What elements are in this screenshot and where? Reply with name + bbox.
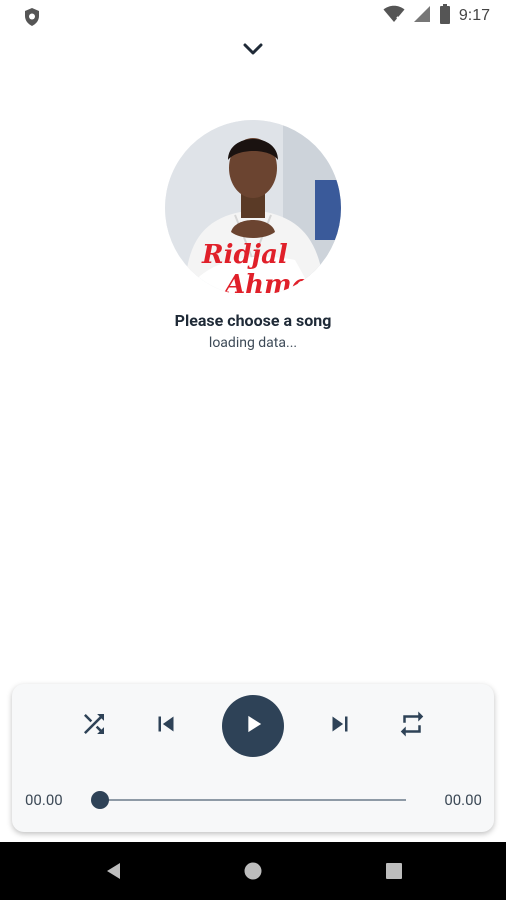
skip-previous-icon — [151, 709, 181, 743]
play-icon — [239, 710, 267, 742]
chevron-down-icon[interactable] — [238, 34, 268, 64]
navigation-bar — [0, 842, 506, 900]
duration-time: 00.00 — [444, 791, 482, 809]
shuffle-button[interactable] — [78, 710, 110, 742]
previous-button[interactable] — [150, 710, 182, 742]
song-subtitle: loading data... — [208, 335, 298, 351]
skip-next-icon — [325, 709, 355, 743]
repeat-icon — [397, 709, 427, 743]
status-icons: 9:17 — [383, 4, 490, 28]
back-icon[interactable] — [102, 859, 126, 883]
player-controls-card: 00.00 00.00 — [12, 684, 494, 832]
signal-icon — [413, 5, 431, 27]
status-bar: 9:17 — [0, 0, 506, 32]
wifi-icon — [383, 5, 405, 27]
shield-icon — [22, 7, 42, 27]
seek-bar-track[interactable] — [100, 799, 406, 801]
status-time: 9:17 — [458, 7, 490, 24]
album-art: Ridjal Ahmad — [165, 120, 341, 296]
recents-icon[interactable] — [382, 859, 406, 883]
play-button[interactable] — [222, 695, 284, 757]
home-icon[interactable] — [241, 859, 265, 883]
battery-icon — [439, 4, 451, 28]
next-button[interactable] — [324, 710, 356, 742]
album-art-text-1: Ridjal — [202, 240, 288, 270]
shuffle-icon — [79, 709, 109, 743]
current-time: 00.00 — [25, 791, 63, 809]
song-title: Please choose a song — [174, 311, 332, 330]
seek-bar-thumb[interactable] — [91, 791, 109, 809]
album-art-text-2: Ahmad — [225, 270, 327, 296]
repeat-button[interactable] — [396, 710, 428, 742]
